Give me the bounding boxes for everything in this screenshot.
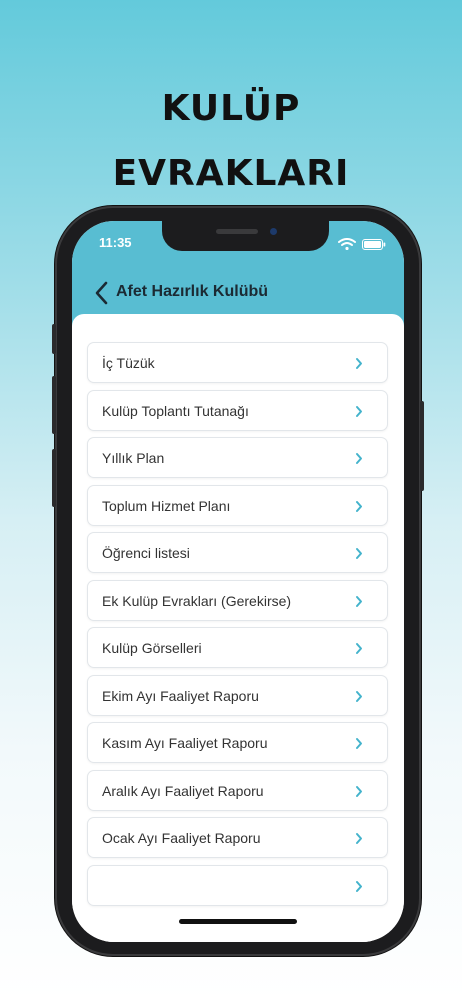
nav-title: Afet Hazırlık Kulübü xyxy=(116,283,269,300)
wifi-icon xyxy=(338,238,356,250)
list-item[interactable]: Ek Kulüp Evrakları (Gerekirse) xyxy=(87,579,388,621)
list-item[interactable] xyxy=(87,864,388,906)
list-item[interactable]: Ocak Ayı Faaliyet Raporu xyxy=(87,817,388,858)
list-item-label: Öğrenci listesi xyxy=(102,545,190,561)
list-item-label: İç Tüzük xyxy=(102,355,155,371)
content-sheet: İç Tüzük Kulüp Toplantı Tutanağı Yıllık Pl… xyxy=(72,314,404,942)
chevron-right-icon xyxy=(356,785,362,797)
list-item-label: Kulüp Toplantı Tutanağı xyxy=(102,402,249,419)
front-camera xyxy=(270,228,277,235)
list-item-label: Ocak Ayı Faaliyet Raporu xyxy=(102,830,261,846)
list-item[interactable]: İç Tüzük xyxy=(87,342,388,383)
power-button xyxy=(420,401,424,491)
list-item-label: Ekim Ayı Faaliyet Raporu xyxy=(102,687,259,704)
speaker-grille xyxy=(216,229,258,234)
list-item-label: Toplum Hizmet Planı xyxy=(102,497,231,514)
volume-down-button xyxy=(52,449,56,507)
chevron-right-icon xyxy=(356,548,362,559)
hero-title-line2: EVRAKLARI xyxy=(112,153,350,194)
chevron-right-icon xyxy=(356,880,362,892)
chevron-right-icon xyxy=(356,595,362,607)
chevron-right-icon xyxy=(356,453,362,464)
mute-switch xyxy=(52,324,56,354)
chevron-left-icon[interactable] xyxy=(94,280,110,306)
list-item-label: Ek Kulüp Evrakları (Gerekirse) xyxy=(102,592,292,609)
list-item[interactable]: Aralık Ayı Faaliyet Raporu xyxy=(87,769,388,811)
volume-up-button xyxy=(52,376,56,434)
battery-icon xyxy=(362,239,386,250)
navigation-bar: Afet Hazırlık Kulübü xyxy=(72,276,404,316)
list-item[interactable]: Kulüp Görselleri xyxy=(87,627,388,668)
phone-screen: 11:35 Afet Hazırlık Kulübü İç Tüzük Kulü… xyxy=(72,221,404,942)
status-time: 11:35 xyxy=(99,235,132,250)
list-item[interactable]: Yıllık Plan xyxy=(87,437,388,478)
list-item-label: Aralık Ayı Faaliyet Raporu xyxy=(102,782,264,799)
chevron-right-icon xyxy=(356,738,362,749)
list-item[interactable]: Toplum Hizmet Planı xyxy=(87,484,388,526)
chevron-right-icon xyxy=(356,833,362,844)
list-item[interactable]: Kulüp Toplantı Tutanağı xyxy=(87,389,388,431)
list-item[interactable]: Kasım Ayı Faaliyet Raporu xyxy=(87,722,388,763)
list-item-label: Kasım Ayı Faaliyet Raporu xyxy=(102,735,268,751)
chevron-right-icon xyxy=(356,690,362,702)
notch xyxy=(162,221,329,251)
list-item-label: Kulüp Görselleri xyxy=(102,640,202,656)
app-header: 11:35 Afet Hazırlık Kulübü xyxy=(72,221,404,329)
home-indicator[interactable] xyxy=(179,919,297,924)
chevron-right-icon xyxy=(356,500,362,512)
list-item-label: Yıllık Plan xyxy=(102,450,165,466)
hero-title-line1: KULÜP xyxy=(161,88,301,129)
chevron-right-icon xyxy=(356,643,362,654)
list-item[interactable]: Ekim Ayı Faaliyet Raporu xyxy=(87,674,388,716)
chevron-right-icon xyxy=(356,358,362,369)
phone-frame: 11:35 Afet Hazırlık Kulübü İç Tüzük Kulü… xyxy=(52,206,424,956)
list-item[interactable]: Öğrenci listesi xyxy=(87,532,388,573)
chevron-right-icon xyxy=(356,405,362,417)
